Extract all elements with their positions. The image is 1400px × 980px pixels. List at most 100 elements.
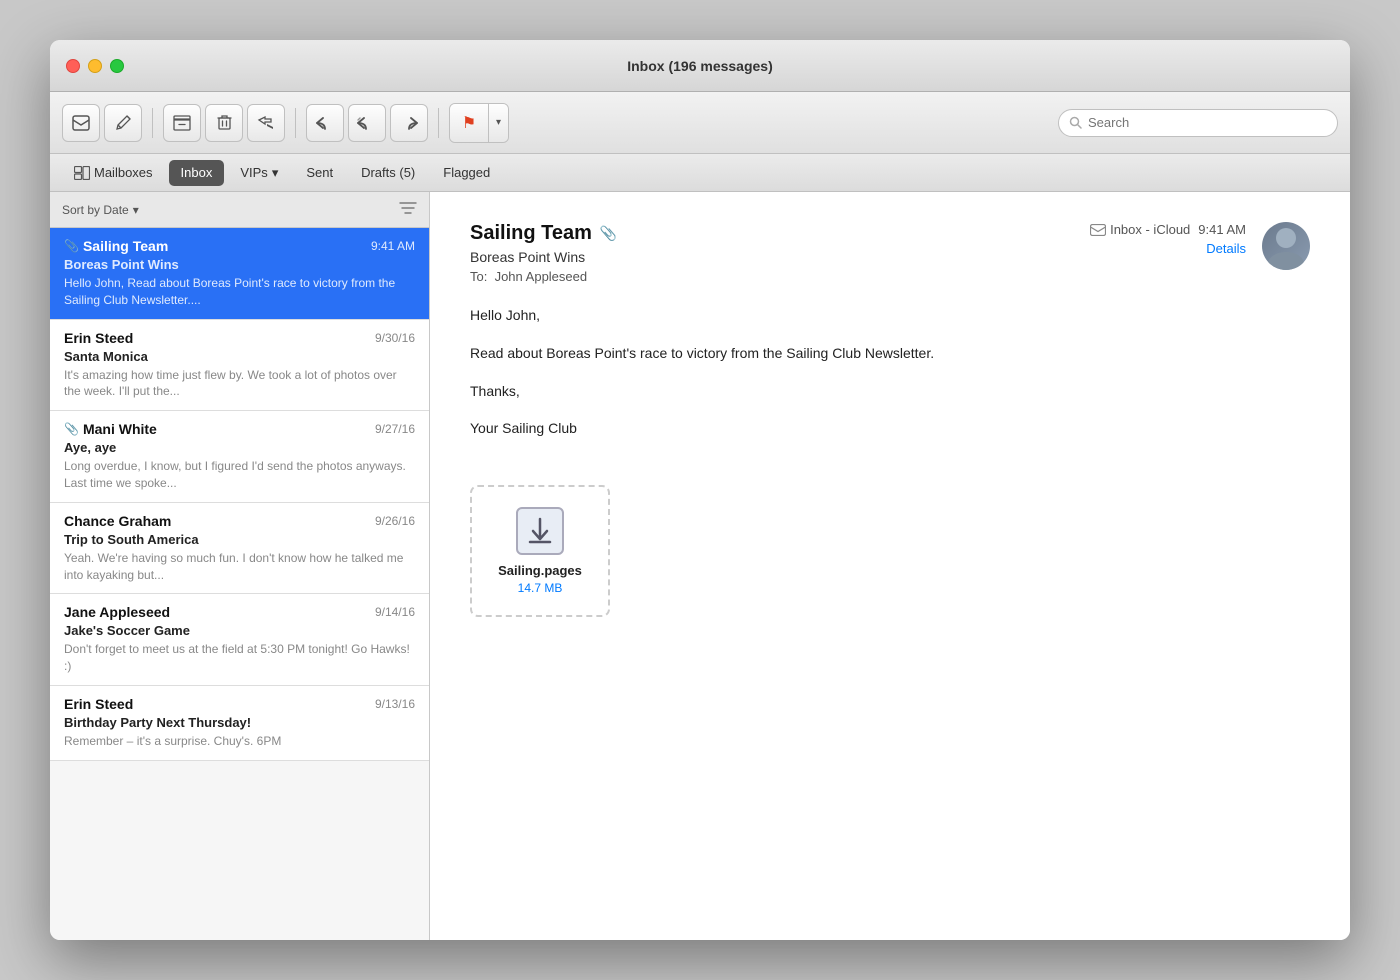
msg-sender: 📎 Sailing Team <box>64 238 168 254</box>
forward-button[interactable] <box>390 104 428 142</box>
filter-icon[interactable] <box>399 201 417 218</box>
msg-sender: Jane Appleseed <box>64 604 170 620</box>
close-button[interactable] <box>66 59 80 73</box>
pencil-icon <box>115 115 131 131</box>
details-link[interactable]: Details <box>1206 241 1246 256</box>
flagged-label: Flagged <box>443 165 490 180</box>
attachment-box[interactable]: Sailing.pages 14.7 MB <box>470 485 610 617</box>
message-item[interactable]: 📎 Mani White 9/27/16 Aye, aye Long overd… <box>50 411 429 503</box>
messages-container: 📎 Sailing Team 9:41 AM Boreas Point Wins… <box>50 228 429 940</box>
search-box[interactable] <box>1058 109 1338 137</box>
maximize-button[interactable] <box>110 59 124 73</box>
msg-sender: Erin Steed <box>64 330 133 346</box>
email-detail: Sailing Team 📎 Boreas Point Wins To: Joh… <box>430 192 1350 940</box>
msg-header: 📎 Sailing Team 9:41 AM <box>64 238 415 254</box>
message-item[interactable]: Erin Steed 9/30/16 Santa Monica It's ama… <box>50 320 429 412</box>
email-mailbox: Inbox - iCloud <box>1090 222 1190 237</box>
search-input[interactable] <box>1088 115 1327 130</box>
flagged-nav-item[interactable]: Flagged <box>431 160 502 186</box>
toolbar: ⚑ ▾ <box>50 92 1350 154</box>
filter-lines-icon <box>399 201 417 215</box>
drafts-label: Drafts (5) <box>361 165 415 180</box>
main-content: Sort by Date ▾ 📎 Sailing Team 9:41 AM <box>50 192 1350 940</box>
archive-button[interactable] <box>163 104 201 142</box>
reply-later-icon <box>257 115 275 131</box>
mailboxes-nav-item[interactable]: Mailboxes <box>62 160 165 186</box>
toolbar-separator-1 <box>152 108 153 138</box>
mail-window: Inbox (196 messages) <box>50 40 1350 940</box>
message-item[interactable]: 📎 Sailing Team 9:41 AM Boreas Point Wins… <box>50 228 429 320</box>
reply-all-icon <box>356 115 378 131</box>
msg-header: 📎 Mani White 9/27/16 <box>64 421 415 437</box>
msg-header: Erin Steed 9/30/16 <box>64 330 415 346</box>
email-time: 9:41 AM <box>1198 222 1246 237</box>
attachment-file-icon <box>516 507 564 555</box>
attachment-icon: 📎 <box>64 239 79 253</box>
window-title: Inbox (196 messages) <box>627 58 773 74</box>
msg-date: 9/30/16 <box>375 331 415 345</box>
vips-dropdown-arrow: ▾ <box>272 165 279 181</box>
flag-button[interactable]: ⚑ <box>450 104 488 142</box>
reply-all-button[interactable] <box>348 104 386 142</box>
sort-label: Sort by Date <box>62 203 129 217</box>
minimize-button[interactable] <box>88 59 102 73</box>
message-item[interactable]: Jane Appleseed 9/14/16 Jake's Soccer Gam… <box>50 594 429 686</box>
compose-button[interactable] <box>104 104 142 142</box>
toolbar-separator-2 <box>295 108 296 138</box>
sent-nav-item[interactable]: Sent <box>294 160 345 186</box>
reply-button[interactable] <box>306 104 344 142</box>
msg-header: Jane Appleseed 9/14/16 <box>64 604 415 620</box>
msg-date: 9/26/16 <box>375 514 415 528</box>
drafts-nav-item[interactable]: Drafts (5) <box>349 160 427 186</box>
msg-preview: It's amazing how time just flew by. We t… <box>64 367 415 401</box>
email-to-line: To: John Appleseed <box>470 269 1030 284</box>
message-list: Sort by Date ▾ 📎 Sailing Team 9:41 AM <box>50 192 430 940</box>
msg-preview: Remember – it's a surprise. Chuy's. 6PM <box>64 733 415 750</box>
reply-later-button[interactable] <box>247 104 285 142</box>
traffic-lights <box>66 59 124 73</box>
attachment-name: Sailing.pages <box>492 563 588 578</box>
sort-bar: Sort by Date ▾ <box>50 192 429 228</box>
email-meta-top-row: Inbox - iCloud 9:41 AM <box>1090 222 1246 237</box>
toolbar-separator-3 <box>438 108 439 138</box>
compose-icon <box>72 115 90 131</box>
email-body-signature: Your Sailing Club <box>470 417 1310 441</box>
msg-date: 9/27/16 <box>375 422 415 436</box>
email-body-thanks: Thanks, <box>470 380 1310 404</box>
inbox-label: Inbox <box>181 165 213 180</box>
email-body-greeting: Hello John, <box>470 304 1310 328</box>
email-subject-line: Boreas Point Wins <box>470 249 1030 265</box>
forward-icon <box>400 115 418 131</box>
vips-nav-item[interactable]: VIPs ▾ <box>228 160 290 186</box>
archive-icon <box>173 115 191 131</box>
msg-header: Chance Graham 9/26/16 <box>64 513 415 529</box>
email-from: Sailing Team 📎 <box>470 222 1030 245</box>
msg-subject: Jake's Soccer Game <box>64 623 415 638</box>
email-to: John Appleseed <box>495 269 588 284</box>
sort-button[interactable]: Sort by Date ▾ <box>62 203 139 217</box>
new-message-button[interactable] <box>62 104 100 142</box>
email-body: Hello John, Read about Boreas Point's ra… <box>470 304 1310 441</box>
message-item[interactable]: Chance Graham 9/26/16 Trip to South Amer… <box>50 503 429 595</box>
trash-button[interactable] <box>205 104 243 142</box>
mailboxes-label: Mailboxes <box>94 165 153 180</box>
msg-subject: Santa Monica <box>64 349 415 364</box>
download-arrow-icon <box>526 515 554 547</box>
msg-sender: Erin Steed <box>64 696 133 712</box>
attachment-icon: 📎 <box>64 422 79 436</box>
msg-subject: Boreas Point Wins <box>64 257 415 272</box>
msg-subject: Trip to South America <box>64 532 415 547</box>
msg-preview: Yeah. We're having so much fun. I don't … <box>64 550 415 584</box>
email-body-content: Read about Boreas Point's race to victor… <box>470 342 1310 366</box>
email-header: Sailing Team 📎 Boreas Point Wins To: Joh… <box>470 222 1310 284</box>
avatar <box>1262 222 1310 270</box>
avatar-image <box>1262 222 1310 270</box>
inbox-nav-item[interactable]: Inbox <box>169 160 225 186</box>
email-attachment-indicator: 📎 <box>600 225 617 242</box>
msg-header: Erin Steed 9/13/16 <box>64 696 415 712</box>
flag-dropdown-button[interactable]: ▾ <box>488 104 508 142</box>
sort-arrow: ▾ <box>133 203 139 217</box>
message-item[interactable]: Erin Steed 9/13/16 Birthday Party Next T… <box>50 686 429 761</box>
msg-preview: Hello John, Read about Boreas Point's ra… <box>64 275 415 309</box>
flag-group: ⚑ ▾ <box>449 103 509 143</box>
